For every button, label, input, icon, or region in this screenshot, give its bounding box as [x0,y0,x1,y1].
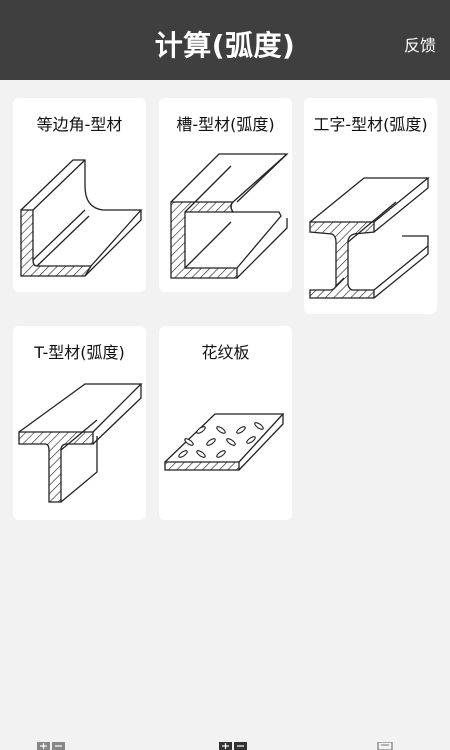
card-t-bar[interactable]: T-型材(弧度) [13,326,146,520]
t-bar-steel-icon [18,383,143,503]
bottom-tab-bar [0,738,450,750]
i-beam-steel-icon [309,177,430,299]
app-header: 计算(弧度) 反馈 [0,0,450,80]
card-checker-plate[interactable]: 花纹板 [159,326,292,520]
card-equal-angle[interactable]: 等边角-型材 [13,98,146,292]
equal-angle-steel-icon [20,159,143,277]
history-icon[interactable] [376,742,398,750]
card-channel[interactable]: 槽-型材(弧度) [159,98,292,292]
checker-plate-icon [164,413,285,471]
calculator-icon[interactable] [219,742,249,750]
page-title: 计算(弧度) [154,29,296,62]
feedback-button[interactable]: 反馈 [404,32,436,56]
calculator-icon[interactable] [37,742,67,750]
card-i-beam[interactable]: 工字-型材(弧度) [304,98,437,314]
channel-steel-icon [170,153,289,279]
